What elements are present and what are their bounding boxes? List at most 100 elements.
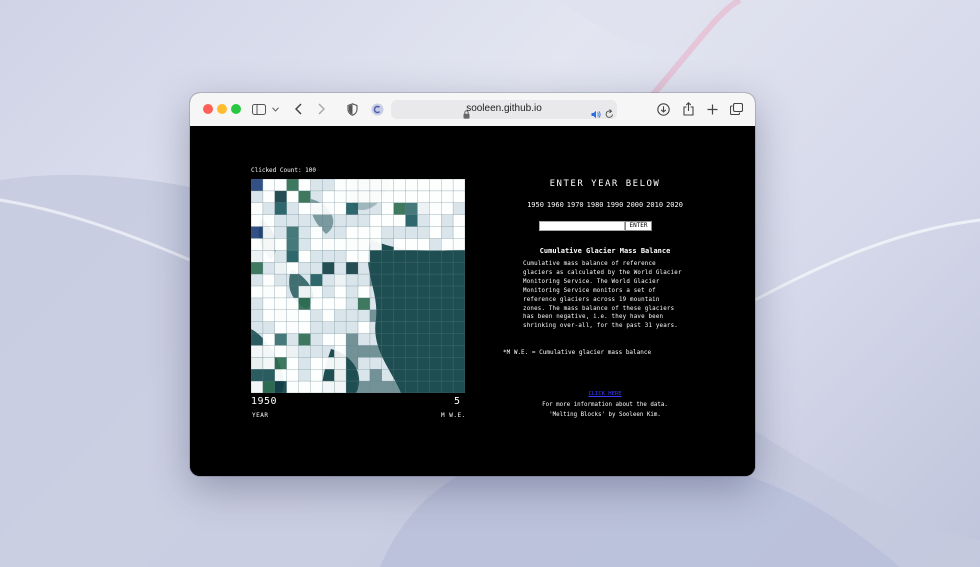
grid-tile[interactable] <box>417 309 430 322</box>
grid-tile[interactable] <box>286 297 299 310</box>
year-link-1950[interactable]: 1950 <box>527 201 544 209</box>
grid-tile[interactable] <box>286 238 299 251</box>
sidebar-icon[interactable] <box>252 101 266 117</box>
grid-tile[interactable] <box>369 226 382 239</box>
grid-tile[interactable] <box>429 214 442 227</box>
grid-tile[interactable] <box>262 286 275 298</box>
reload-icon[interactable] <box>605 104 614 123</box>
grid-tile[interactable] <box>274 369 287 382</box>
grid-tile[interactable] <box>381 250 394 263</box>
grid-tile[interactable] <box>286 369 299 382</box>
grid-tile[interactable] <box>286 381 299 393</box>
grid-tile[interactable] <box>393 179 406 191</box>
grid-tile[interactable] <box>262 333 275 346</box>
grid-tile[interactable] <box>346 250 358 263</box>
grid-tile[interactable] <box>346 238 358 251</box>
grid-tile[interactable] <box>381 297 394 310</box>
grid-tile[interactable] <box>405 202 418 215</box>
grid-tile[interactable] <box>251 357 263 370</box>
grid-tile[interactable] <box>298 202 311 215</box>
grid-tile[interactable] <box>298 286 311 298</box>
more-info-link[interactable]: CLICK HERE <box>490 391 720 397</box>
grid-tile[interactable] <box>346 179 358 191</box>
grid-tile[interactable] <box>417 286 430 298</box>
grid-tile[interactable] <box>381 202 394 215</box>
grid-tile[interactable] <box>262 250 275 263</box>
year-link-1990[interactable]: 1990 <box>607 201 624 209</box>
grid-tile[interactable] <box>381 214 394 227</box>
grid-tile[interactable] <box>417 238 430 251</box>
grid-tile[interactable] <box>346 226 358 239</box>
grid-tile[interactable] <box>274 357 287 370</box>
grid-tile[interactable] <box>274 345 287 358</box>
grid-tile[interactable] <box>310 274 323 286</box>
grid-tile[interactable] <box>322 202 335 215</box>
grid-tile[interactable] <box>429 297 442 310</box>
download-icon[interactable] <box>656 101 670 117</box>
grid-tile[interactable] <box>262 357 275 370</box>
year-link-2020[interactable]: 2020 <box>666 201 683 209</box>
enter-button[interactable]: ENTER <box>625 221 652 231</box>
grid-tile[interactable] <box>274 190 287 203</box>
grid-tile[interactable] <box>322 297 335 310</box>
grid-tile[interactable] <box>298 333 311 346</box>
grid-tile[interactable] <box>334 345 347 358</box>
grid-tile[interactable] <box>405 179 418 191</box>
grid-tile[interactable] <box>417 369 430 382</box>
grid-tile[interactable] <box>298 190 311 203</box>
grid-tile[interactable] <box>405 190 418 203</box>
grid-tile[interactable] <box>262 297 275 310</box>
grid-tile[interactable] <box>369 369 382 382</box>
grid-tile[interactable] <box>405 250 418 263</box>
grid-tile[interactable] <box>369 190 382 203</box>
grid-tile[interactable] <box>358 190 370 203</box>
grid-tile[interactable] <box>393 333 406 346</box>
grid-tile[interactable] <box>393 250 406 263</box>
grid-tile[interactable] <box>274 238 287 251</box>
grid-tile[interactable] <box>262 179 275 191</box>
grid-tile[interactable] <box>346 381 358 393</box>
grid-tile[interactable] <box>393 286 406 298</box>
grid-tile[interactable] <box>429 369 442 382</box>
grid-tile[interactable] <box>251 238 263 251</box>
grid-tile[interactable] <box>274 321 287 334</box>
grid-tile[interactable] <box>453 369 465 382</box>
grid-tile[interactable] <box>274 286 287 298</box>
grid-tile[interactable] <box>453 250 465 263</box>
grid-tile[interactable] <box>441 238 454 251</box>
grid-tile[interactable] <box>310 369 323 382</box>
grid-tile[interactable] <box>286 321 299 334</box>
grid-tile[interactable] <box>322 309 335 322</box>
grid-tile[interactable] <box>441 309 454 322</box>
speaker-icon[interactable] <box>591 104 601 123</box>
melting-blocks-grid[interactable] <box>251 179 465 393</box>
share-icon[interactable] <box>682 101 694 117</box>
grid-tile[interactable] <box>334 190 347 203</box>
grid-tile[interactable] <box>441 286 454 298</box>
year-link-2000[interactable]: 2000 <box>626 201 643 209</box>
year-link-2010[interactable]: 2010 <box>646 201 663 209</box>
grid-tile[interactable] <box>393 357 406 370</box>
year-link-1980[interactable]: 1980 <box>587 201 604 209</box>
grid-tile[interactable] <box>251 262 263 275</box>
grid-tile[interactable] <box>417 202 430 215</box>
grid-tile[interactable] <box>274 309 287 322</box>
grid-tile[interactable] <box>369 345 382 358</box>
grid-tile[interactable] <box>262 238 275 251</box>
zoom-window-button[interactable] <box>231 104 241 114</box>
grid-tile[interactable] <box>381 321 394 334</box>
grid-tile[interactable] <box>334 202 347 215</box>
grid-tile[interactable] <box>310 297 323 310</box>
grid-tile[interactable] <box>381 190 394 203</box>
grid-tile[interactable] <box>429 250 442 263</box>
grid-tile[interactable] <box>393 190 406 203</box>
extension-icon[interactable] <box>370 101 384 117</box>
grid-tile[interactable] <box>286 309 299 322</box>
grid-tile[interactable] <box>262 190 275 203</box>
grid-tile[interactable] <box>417 381 430 393</box>
grid-tile[interactable] <box>405 309 418 322</box>
grid-tile[interactable] <box>310 238 323 251</box>
grid-tile[interactable] <box>369 238 382 251</box>
grid-tile[interactable] <box>393 381 406 393</box>
grid-tile[interactable] <box>274 297 287 310</box>
